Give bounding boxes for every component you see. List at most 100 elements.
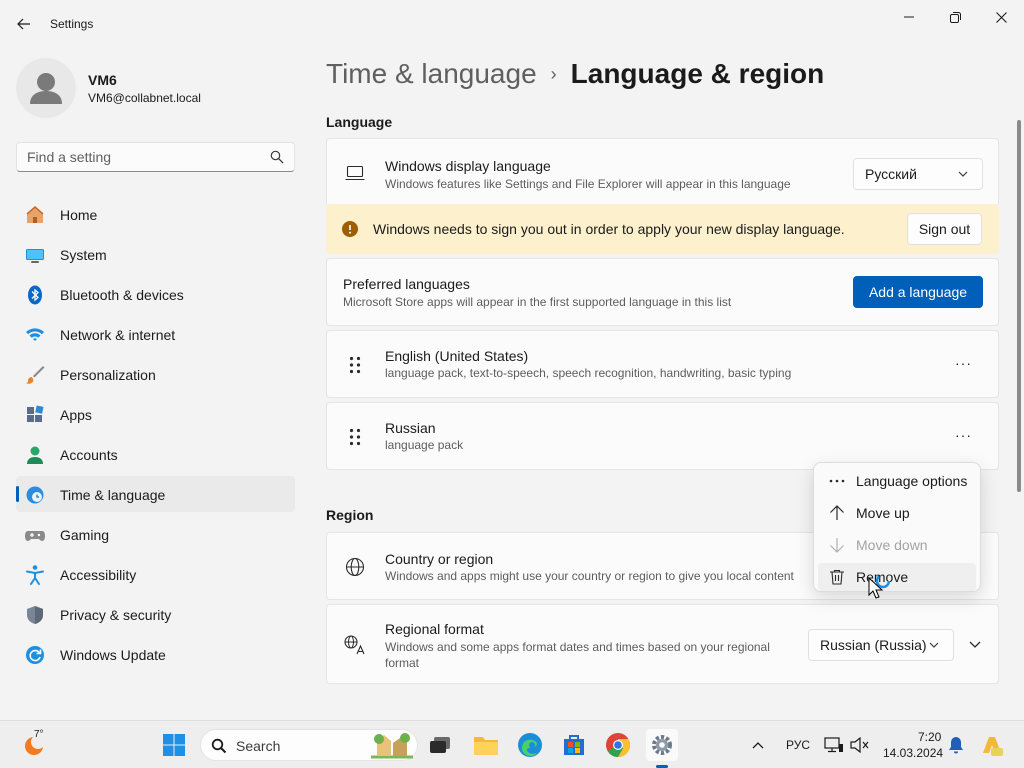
sidebar-item-gaming[interactable]: Gaming: [16, 516, 295, 552]
taskbar-search[interactable]: Search: [200, 729, 418, 761]
taskbar-search-label: Search: [236, 738, 281, 754]
sidebar-item-time-language[interactable]: Time & language: [16, 476, 295, 512]
sidebar-item-label: Windows Update: [60, 647, 166, 663]
search-highlight-icon: [371, 733, 413, 759]
person-icon: [30, 73, 62, 104]
clock-time[interactable]: 7:20: [918, 730, 941, 744]
country-region-title: Country or region: [385, 551, 494, 567]
window-title: Settings: [50, 17, 94, 31]
wifi-icon: [26, 328, 44, 341]
sidebar-item-bluetooth[interactable]: Bluetooth & devices: [16, 276, 295, 312]
sidebar-item-label: Bluetooth & devices: [60, 287, 184, 303]
language-name: English (United States): [385, 348, 529, 364]
update-icon: [26, 646, 44, 664]
preferred-languages-title: Preferred languages: [343, 276, 470, 292]
add-language-button[interactable]: Add a language: [853, 276, 983, 308]
menu-item-move-up[interactable]: Move up: [818, 499, 976, 527]
display-language-dropdown[interactable]: Русский: [853, 158, 983, 190]
edge-browser-button[interactable]: [514, 729, 546, 761]
user-name: VM6: [88, 72, 117, 88]
language-features: language pack: [385, 438, 464, 452]
file-explorer-button[interactable]: [470, 729, 502, 761]
accounts-icon: [27, 446, 43, 464]
avatar[interactable]: [16, 58, 76, 118]
language-context-menu: Language options Move up Move down Remov…: [813, 462, 981, 592]
minimize-button[interactable]: [886, 0, 932, 34]
gear-icon: [652, 735, 672, 755]
close-icon: [995, 11, 1007, 23]
store-button[interactable]: [558, 729, 590, 761]
preferred-languages-card: Preferred languages Microsoft Store apps…: [326, 258, 999, 326]
sign-out-warning: Windows needs to sign you out in order t…: [326, 204, 999, 254]
menu-item-language-options[interactable]: Language options: [818, 467, 976, 495]
back-button[interactable]: [10, 10, 38, 38]
page-title: Language & region: [570, 58, 825, 89]
brush-icon: [26, 366, 45, 384]
back-arrow-icon: [17, 18, 30, 30]
sidebar-item-personalization[interactable]: Personalization: [16, 356, 295, 392]
sidebar-item-label: Accounts: [60, 447, 118, 463]
list-item[interactable]: English (United States) language pack, t…: [326, 330, 999, 398]
search-icon: [270, 150, 284, 164]
maximize-button[interactable]: [932, 0, 978, 34]
chrome-icon: [606, 733, 631, 757]
drag-handle-icon[interactable]: [349, 356, 361, 374]
sidebar-item-home[interactable]: Home: [16, 196, 295, 232]
show-hidden-icons-button[interactable]: [742, 729, 774, 761]
more-options-button[interactable]: ···: [955, 355, 972, 371]
chevron-down-icon: [929, 642, 939, 648]
sidebar-item-privacy[interactable]: Privacy & security: [16, 596, 295, 632]
menu-item-label: Language options: [856, 473, 968, 489]
display-language-desc: Windows features like Settings and File …: [385, 177, 791, 191]
clock-date[interactable]: 14.03.2024: [883, 746, 943, 760]
chrome-button[interactable]: [602, 729, 634, 761]
volume-tray-button[interactable]: [844, 729, 876, 761]
scrollbar[interactable]: [1017, 120, 1021, 492]
start-button[interactable]: [158, 729, 190, 761]
network-icon: [824, 737, 843, 753]
regional-format-icon: [344, 635, 365, 655]
sidebar-item-windows-update[interactable]: Windows Update: [16, 636, 295, 672]
regional-format-card[interactable]: Regional format Windows and some apps fo…: [326, 604, 999, 684]
settings-app-button[interactable]: [646, 729, 678, 761]
sidebar-item-label: Accessibility: [60, 567, 137, 583]
sidebar-item-system[interactable]: System: [16, 236, 295, 272]
settings-search[interactable]: [16, 142, 295, 172]
copilot-button[interactable]: [976, 729, 1008, 761]
warning-text: Windows needs to sign you out in order t…: [373, 221, 845, 237]
sidebar-item-accounts[interactable]: Accounts: [16, 436, 295, 472]
taskbar: 7° Search РУС 7:20 14.03.2024: [0, 720, 1024, 768]
expand-chevron-icon[interactable]: [969, 641, 981, 649]
menu-item-remove[interactable]: Remove: [818, 563, 976, 591]
edge-icon: [518, 733, 542, 757]
display-language-value: Русский: [865, 166, 917, 182]
search-icon: [211, 738, 227, 754]
sidebar-item-apps[interactable]: Apps: [16, 396, 295, 432]
mouse-pointer-icon: [868, 574, 891, 599]
home-icon: [26, 206, 44, 223]
breadcrumb-parent[interactable]: Time & language: [326, 58, 537, 90]
regional-format-desc: Windows and some apps format dates and t…: [385, 640, 770, 670]
sidebar-item-accessibility[interactable]: Accessibility: [16, 556, 295, 592]
task-view-button[interactable]: [424, 729, 456, 761]
language-features: language pack, text-to-speech, speech re…: [385, 366, 792, 380]
sidebar-item-network[interactable]: Network & internet: [16, 316, 295, 352]
more-options-button[interactable]: ···: [955, 427, 972, 443]
menu-item-label: Move up: [856, 505, 910, 521]
close-button[interactable]: [978, 0, 1024, 34]
copilot-icon: [983, 737, 1003, 756]
regional-format-dropdown[interactable]: Russian (Russia): [808, 629, 954, 661]
input-language-indicator[interactable]: РУС: [786, 738, 810, 752]
drag-handle-icon[interactable]: [349, 428, 361, 446]
list-item[interactable]: Russian language pack ···: [326, 402, 999, 470]
search-input[interactable]: [17, 143, 257, 171]
region-section-title: Region: [326, 507, 374, 523]
bluetooth-icon: [28, 285, 42, 305]
store-icon: [564, 735, 584, 755]
notifications-button[interactable]: [940, 729, 972, 761]
sign-out-button[interactable]: Sign out: [907, 213, 982, 245]
nav-selection-indicator: [16, 486, 19, 502]
breadcrumb: Time & language › Language & region: [326, 58, 824, 90]
shield-icon: [27, 606, 43, 624]
sidebar-item-label: System: [60, 247, 107, 263]
